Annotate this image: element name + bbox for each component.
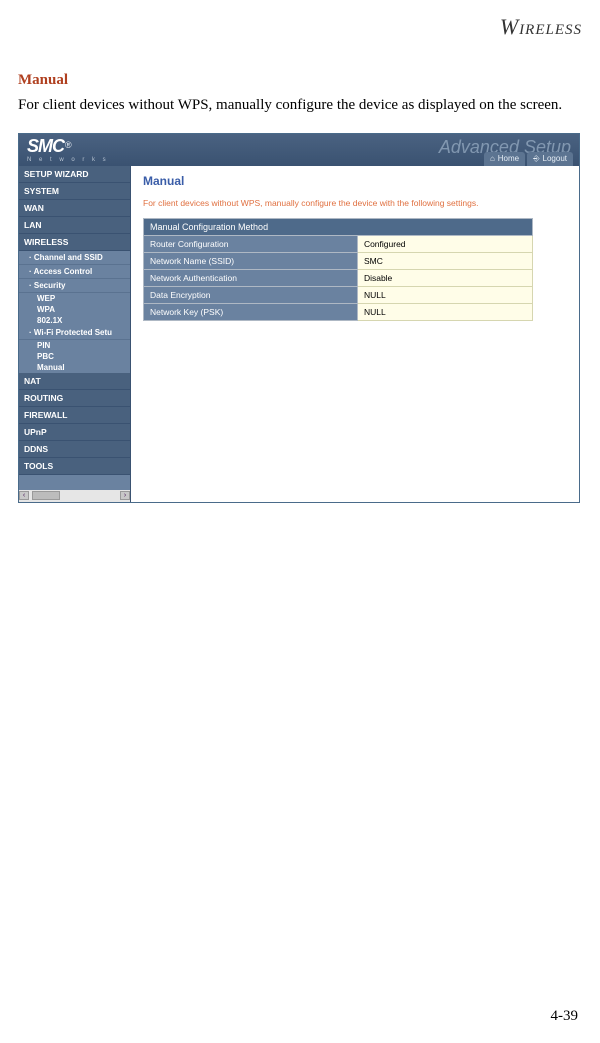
sidebar-spacer (19, 475, 130, 490)
sidebar-item-pin[interactable]: PIN (19, 340, 130, 351)
sidebar-item-wps[interactable]: Wi-Fi Protected Setu (19, 326, 130, 340)
cfg-label: Network Name (SSID) (144, 252, 358, 269)
sidebar-item-wireless[interactable]: WIRELESS (19, 234, 130, 251)
sidebar-item-nat[interactable]: NAT (19, 373, 130, 390)
sidebar-item-ddns[interactable]: DDNS (19, 441, 130, 458)
cfg-value: NULL (357, 286, 532, 303)
cfg-value: SMC (357, 252, 532, 269)
logout-icon: ⎆ (533, 154, 539, 164)
header-capital: W (500, 14, 519, 39)
sidebar-scrollbar[interactable]: ‹ › (19, 490, 130, 502)
header-word: IRELESS (519, 22, 582, 38)
sidebar-item-routing[interactable]: ROUTING (19, 390, 130, 407)
brand-logo: SMC (27, 136, 64, 156)
sidebar-item-upnp[interactable]: UPnP (19, 424, 130, 441)
sidebar: SETUP WIZARD SYSTEM WAN LAN WIRELESS Cha… (19, 166, 131, 502)
table-row: Network Name (SSID) SMC (144, 252, 533, 269)
scroll-right-icon[interactable]: › (120, 491, 130, 500)
sidebar-item-pbc[interactable]: PBC (19, 351, 130, 362)
content-title: Manual (143, 174, 571, 188)
cfg-value: Configured (357, 235, 532, 252)
config-table: Manual Configuration Method Router Confi… (143, 218, 533, 321)
cfg-label: Router Configuration (144, 235, 358, 252)
body-text: For client devices without WPS, manually… (0, 93, 600, 127)
cfg-label: Data Encryption (144, 286, 358, 303)
page-number: 4-39 (551, 1008, 579, 1025)
logout-label: Logout (543, 154, 567, 163)
router-screenshot: SMC® N e t w o r k s Advanced Setup ⌂ Ho… (18, 133, 580, 503)
sidebar-item-8021x[interactable]: 802.1X (19, 315, 130, 326)
sidebar-item-wan[interactable]: WAN (19, 200, 130, 217)
home-tab[interactable]: ⌂ Home (484, 152, 525, 166)
sidebar-item-tools[interactable]: TOOLS (19, 458, 130, 475)
home-label: Home (498, 154, 519, 163)
cfg-value: Disable (357, 269, 532, 286)
sidebar-item-access[interactable]: Access Control (19, 265, 130, 279)
sidebar-item-manual[interactable]: Manual (19, 362, 130, 373)
sidebar-item-lan[interactable]: LAN (19, 217, 130, 234)
sidebar-item-channel[interactable]: Channel and SSID (19, 251, 130, 265)
brand-subtext: N e t w o r k s (27, 157, 109, 163)
logout-tab[interactable]: ⎆ Logout (527, 152, 573, 166)
section-heading: Manual (0, 46, 600, 93)
top-tabs: ⌂ Home ⎆ Logout (484, 152, 573, 166)
content-note: For client devices without WPS, manually… (143, 198, 571, 208)
table-header: Manual Configuration Method (144, 218, 533, 235)
table-row: Network Key (PSK) NULL (144, 303, 533, 320)
top-banner: SMC® N e t w o r k s Advanced Setup ⌂ Ho… (19, 134, 579, 166)
sidebar-item-firewall[interactable]: FIREWALL (19, 407, 130, 424)
sidebar-item-wpa[interactable]: WPA (19, 304, 130, 315)
cfg-label: Network Key (PSK) (144, 303, 358, 320)
scroll-left-icon[interactable]: ‹ (19, 491, 29, 500)
sidebar-item-wizard[interactable]: SETUP WIZARD (19, 166, 130, 183)
cfg-label: Network Authentication (144, 269, 358, 286)
table-row: Network Authentication Disable (144, 269, 533, 286)
home-icon: ⌂ (490, 154, 495, 163)
sidebar-item-security[interactable]: Security (19, 279, 130, 293)
page-header: WIRELESS (0, 0, 600, 46)
brand-block: SMC® N e t w o r k s (27, 136, 109, 163)
sidebar-item-wep[interactable]: WEP (19, 293, 130, 304)
brand-reg: ® (65, 140, 72, 150)
table-row: Router Configuration Configured (144, 235, 533, 252)
sidebar-item-system[interactable]: SYSTEM (19, 183, 130, 200)
table-row: Data Encryption NULL (144, 286, 533, 303)
scroll-thumb[interactable] (32, 491, 60, 500)
content-area: Manual For client devices without WPS, m… (131, 166, 579, 502)
cfg-value: NULL (357, 303, 532, 320)
